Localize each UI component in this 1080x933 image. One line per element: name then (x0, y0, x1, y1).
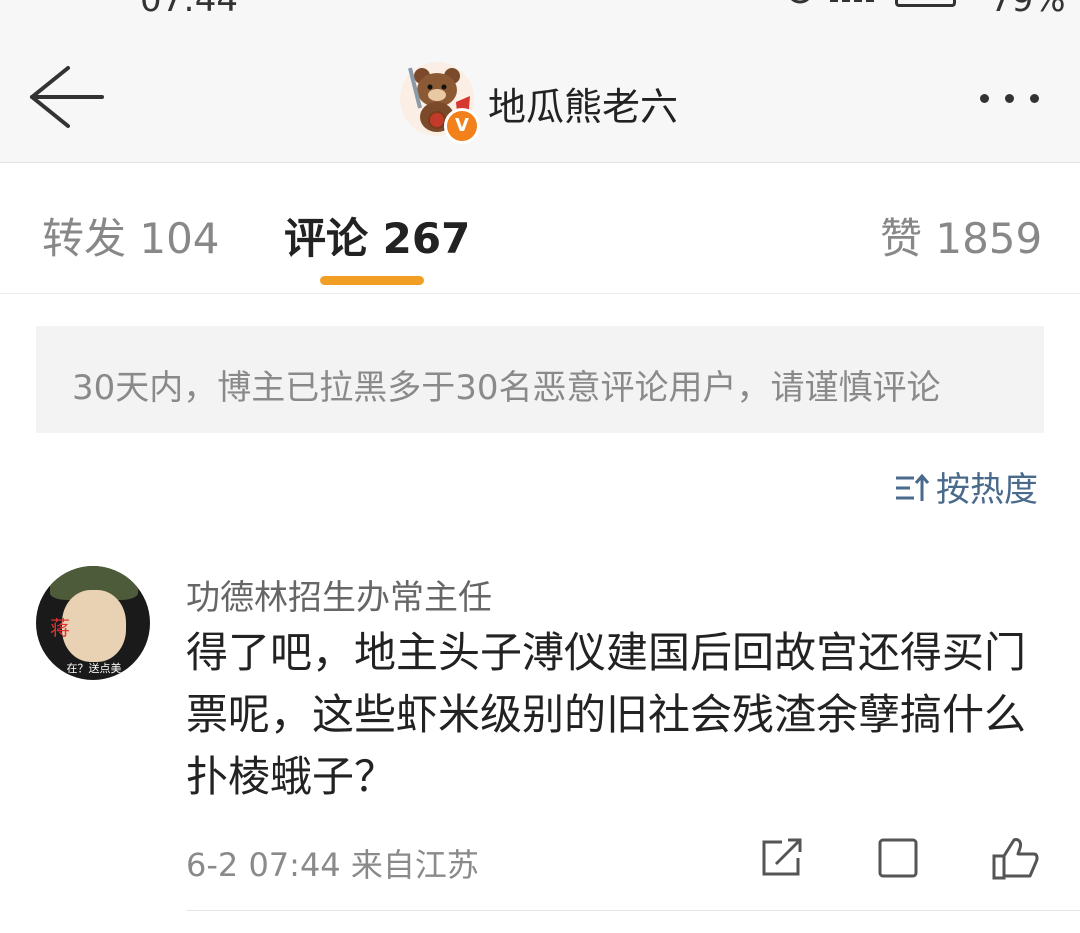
comment-time: 6-2 07:44 (186, 846, 341, 884)
notice-text: 30天内，博主已拉黑多于30名恶意评论用户，请谨慎评论 (72, 368, 941, 408)
commenter-username[interactable]: 功德林招生办常主任 (186, 570, 492, 619)
like-icon[interactable] (990, 836, 1040, 880)
active-tab-indicator (320, 276, 424, 285)
tab-comments[interactable]: 评论 267 (284, 205, 470, 266)
comment-icon[interactable] (876, 838, 920, 878)
tab-repost[interactable]: 转发 104 (42, 205, 220, 266)
avatar-side-mark: 蒋 (50, 616, 70, 640)
tab-likes[interactable]: 赞 1859 (880, 205, 1042, 266)
status-time: 07:44 (140, 0, 238, 20)
page-title[interactable]: 地瓜熊老六 (488, 76, 678, 131)
comment-divider (186, 910, 1080, 911)
sort-label: 按热度 (936, 470, 1038, 510)
battery-percent: 79% (990, 0, 1066, 20)
sort-by-hot-button[interactable]: 按热度 (894, 462, 1038, 510)
comment-item: 蒋 在？送点美 功德林招生办常主任 得了吧，地主头子溥仪建国后回故宫还得买门票呢… (0, 540, 1080, 933)
avatar-face (62, 590, 126, 662)
more-dot (980, 94, 989, 103)
comment-notice-banner: 30天内，博主已拉黑多于30名恶意评论用户，请谨慎评论 (36, 326, 1044, 433)
verified-badge: V (444, 108, 480, 144)
comment-text: 得了吧，地主头子溥仪建国后回故宫还得买门票呢，这些虾米级别的旧社会残渣余孽搞什么… (186, 628, 1027, 801)
signal-icon (790, 0, 874, 4)
battery-icon (895, 0, 956, 7)
tab-bar: 转发 104 评论 267 赞 1859 (0, 163, 1080, 294)
status-bar: 07:44 79% (0, 0, 1080, 40)
avatar-caption: 在？送点美 (66, 662, 122, 675)
share-icon[interactable] (760, 838, 804, 878)
sort-icon (896, 473, 930, 501)
more-horizontal-icon[interactable] (972, 80, 1052, 116)
commenter-avatar[interactable]: 蒋 在？送点美 (36, 566, 150, 680)
arrow-left-icon[interactable] (24, 60, 110, 134)
comment-location: 来自江苏 (350, 846, 479, 884)
more-dot (1030, 94, 1039, 103)
nav-bar: V 地瓜熊老六 (0, 40, 1080, 163)
comment-meta: 6-2 07:44 来自江苏 (186, 840, 479, 886)
more-dot (1005, 94, 1014, 103)
